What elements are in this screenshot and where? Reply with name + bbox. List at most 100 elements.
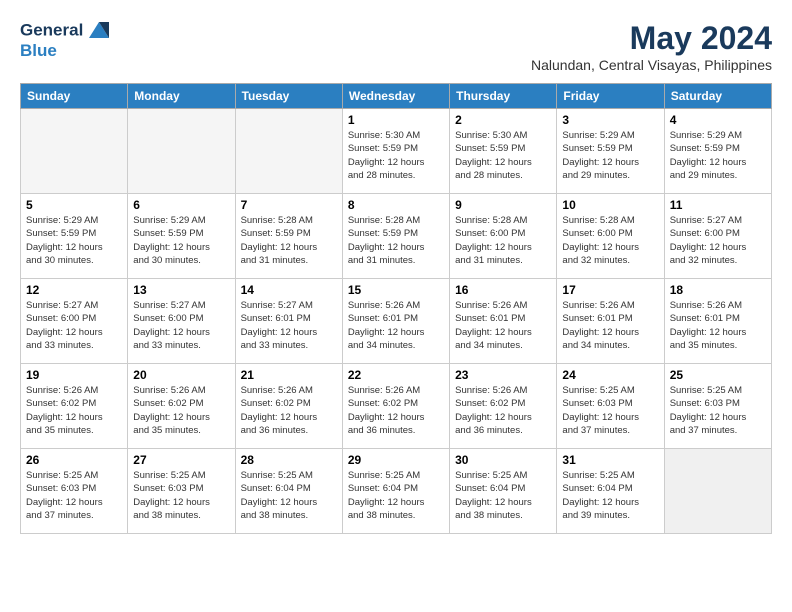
title-block: May 2024 Nalundan, Central Visayas, Phil… [531,20,772,73]
header-monday: Monday [128,84,235,109]
day-info: Sunrise: 5:26 AM Sunset: 6:02 PM Dayligh… [133,384,229,437]
day-info: Sunrise: 5:25 AM Sunset: 6:03 PM Dayligh… [133,469,229,522]
day-number: 7 [241,198,337,212]
day-number: 23 [455,368,551,382]
day-number: 13 [133,283,229,297]
day-info: Sunrise: 5:26 AM Sunset: 6:02 PM Dayligh… [26,384,122,437]
calendar-cell: 5 Sunrise: 5:29 AM Sunset: 5:59 PM Daylig… [21,194,128,279]
day-info: Sunrise: 5:29 AM Sunset: 5:59 PM Dayligh… [670,129,766,182]
day-number: 11 [670,198,766,212]
header-friday: Friday [557,84,664,109]
calendar-week-2: 12 Sunrise: 5:27 AM Sunset: 6:00 PM Dayli… [21,279,772,364]
day-info: Sunrise: 5:26 AM Sunset: 6:01 PM Dayligh… [348,299,444,352]
day-info: Sunrise: 5:28 AM Sunset: 6:00 PM Dayligh… [455,214,551,267]
calendar-week-4: 26 Sunrise: 5:25 AM Sunset: 6:03 PM Dayli… [21,449,772,534]
day-number: 25 [670,368,766,382]
header-tuesday: Tuesday [235,84,342,109]
month-title: May 2024 [531,20,772,57]
day-info: Sunrise: 5:25 AM Sunset: 6:04 PM Dayligh… [455,469,551,522]
day-info: Sunrise: 5:26 AM Sunset: 6:02 PM Dayligh… [455,384,551,437]
calendar-cell: 6 Sunrise: 5:29 AM Sunset: 5:59 PM Daylig… [128,194,235,279]
day-info: Sunrise: 5:26 AM Sunset: 6:01 PM Dayligh… [562,299,658,352]
calendar-week-3: 19Sunrise: 5:26 AM Sunset: 6:02 PM Dayli… [21,364,772,449]
day-number: 5 [26,198,122,212]
day-number: 1 [348,113,444,127]
calendar-cell [21,109,128,194]
header-thursday: Thursday [450,84,557,109]
day-number: 24 [562,368,658,382]
day-number: 4 [670,113,766,127]
day-info: Sunrise: 5:27 AM Sunset: 6:00 PM Dayligh… [133,299,229,352]
day-info: Sunrise: 5:29 AM Sunset: 5:59 PM Dayligh… [26,214,122,267]
day-number: 6 [133,198,229,212]
calendar-cell: 1 Sunrise: 5:30 AM Sunset: 5:59 PM Daylig… [342,109,449,194]
day-info: Sunrise: 5:25 AM Sunset: 6:03 PM Dayligh… [670,384,766,437]
day-info: Sunrise: 5:30 AM Sunset: 5:59 PM Dayligh… [348,129,444,182]
day-info: Sunrise: 5:30 AM Sunset: 5:59 PM Dayligh… [455,129,551,182]
calendar-cell: 7 Sunrise: 5:28 AM Sunset: 5:59 PM Daylig… [235,194,342,279]
day-info: Sunrise: 5:25 AM Sunset: 6:04 PM Dayligh… [348,469,444,522]
day-info: Sunrise: 5:28 AM Sunset: 5:59 PM Dayligh… [348,214,444,267]
calendar-cell [235,109,342,194]
day-info: Sunrise: 5:27 AM Sunset: 6:00 PM Dayligh… [26,299,122,352]
calendar-cell: 22 Sunrise: 5:26 AM Sunset: 6:02 PM Dayli… [342,364,449,449]
day-number: 14 [241,283,337,297]
calendar-cell: 21 Sunrise: 5:26 AM Sunset: 6:02 PM Dayli… [235,364,342,449]
calendar-cell: 8 Sunrise: 5:28 AM Sunset: 5:59 PM Daylig… [342,194,449,279]
day-info: Sunrise: 5:27 AM Sunset: 6:00 PM Dayligh… [670,214,766,267]
calendar-header-row: SundayMondayTuesdayWednesdayThursdayFrid… [21,84,772,109]
calendar-cell: 27 Sunrise: 5:25 AM Sunset: 6:03 PM Dayli… [128,449,235,534]
logo-icon [85,20,113,42]
calendar-cell: 29 Sunrise: 5:25 AM Sunset: 6:04 PM Dayli… [342,449,449,534]
calendar-cell: 14 Sunrise: 5:27 AM Sunset: 6:01 PM Dayli… [235,279,342,364]
calendar-cell: 10 Sunrise: 5:28 AM Sunset: 6:00 PM Dayli… [557,194,664,279]
calendar-cell: 9Sunrise: 5:28 AM Sunset: 6:00 PM Daylig… [450,194,557,279]
day-number: 26 [26,453,122,467]
day-number: 30 [455,453,551,467]
header-sunday: Sunday [21,84,128,109]
calendar-cell: 26Sunrise: 5:25 AM Sunset: 6:03 PM Dayli… [21,449,128,534]
day-number: 29 [348,453,444,467]
calendar-week-1: 5 Sunrise: 5:29 AM Sunset: 5:59 PM Daylig… [21,194,772,279]
calendar-table: SundayMondayTuesdayWednesdayThursdayFrid… [20,83,772,534]
logo-text: General [20,20,113,42]
day-number: 16 [455,283,551,297]
day-number: 10 [562,198,658,212]
day-info: Sunrise: 5:26 AM Sunset: 6:01 PM Dayligh… [670,299,766,352]
logo: General Blue [20,20,113,61]
day-number: 31 [562,453,658,467]
logo-line2: Blue [20,42,113,61]
day-info: Sunrise: 5:27 AM Sunset: 6:01 PM Dayligh… [241,299,337,352]
day-number: 18 [670,283,766,297]
calendar-cell: 20Sunrise: 5:26 AM Sunset: 6:02 PM Dayli… [128,364,235,449]
calendar-cell: 16 Sunrise: 5:26 AM Sunset: 6:01 PM Dayli… [450,279,557,364]
day-info: Sunrise: 5:26 AM Sunset: 6:02 PM Dayligh… [241,384,337,437]
calendar-cell: 25 Sunrise: 5:25 AM Sunset: 6:03 PM Dayli… [664,364,771,449]
calendar-cell: 12 Sunrise: 5:27 AM Sunset: 6:00 PM Dayli… [21,279,128,364]
calendar-cell: 2Sunrise: 5:30 AM Sunset: 5:59 PM Daylig… [450,109,557,194]
page-header: General Blue May 2024 Nalundan, Central … [20,20,772,73]
day-info: Sunrise: 5:26 AM Sunset: 6:01 PM Dayligh… [455,299,551,352]
day-number: 27 [133,453,229,467]
day-number: 12 [26,283,122,297]
calendar-cell: 30 Sunrise: 5:25 AM Sunset: 6:04 PM Dayli… [450,449,557,534]
day-info: Sunrise: 5:25 AM Sunset: 6:03 PM Dayligh… [562,384,658,437]
calendar-cell [664,449,771,534]
day-info: Sunrise: 5:25 AM Sunset: 6:04 PM Dayligh… [562,469,658,522]
header-wednesday: Wednesday [342,84,449,109]
day-number: 22 [348,368,444,382]
calendar-cell: 23 Sunrise: 5:26 AM Sunset: 6:02 PM Dayli… [450,364,557,449]
calendar-cell: 11 Sunrise: 5:27 AM Sunset: 6:00 PM Dayli… [664,194,771,279]
calendar-cell: 19Sunrise: 5:26 AM Sunset: 6:02 PM Dayli… [21,364,128,449]
day-info: Sunrise: 5:29 AM Sunset: 5:59 PM Dayligh… [133,214,229,267]
calendar-cell: 18 Sunrise: 5:26 AM Sunset: 6:01 PM Dayli… [664,279,771,364]
calendar-cell: 17Sunrise: 5:26 AM Sunset: 6:01 PM Dayli… [557,279,664,364]
calendar-cell: 15Sunrise: 5:26 AM Sunset: 6:01 PM Dayli… [342,279,449,364]
day-info: Sunrise: 5:26 AM Sunset: 6:02 PM Dayligh… [348,384,444,437]
day-number: 3 [562,113,658,127]
location: Nalundan, Central Visayas, Philippines [531,57,772,73]
day-info: Sunrise: 5:28 AM Sunset: 6:00 PM Dayligh… [562,214,658,267]
day-info: Sunrise: 5:28 AM Sunset: 5:59 PM Dayligh… [241,214,337,267]
day-number: 8 [348,198,444,212]
day-number: 21 [241,368,337,382]
